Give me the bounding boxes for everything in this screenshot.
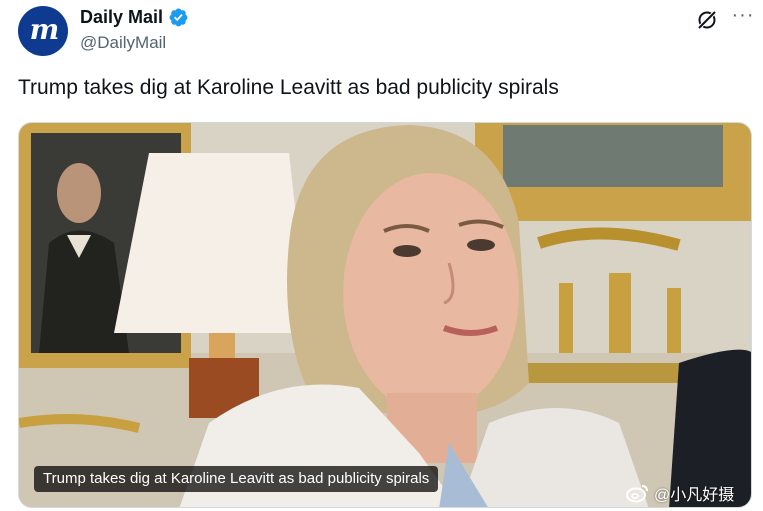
user-handle[interactable]: @DailyMail xyxy=(80,33,189,53)
watermark-text: @小凡好摄 xyxy=(654,487,735,504)
avatar-logo: m xyxy=(29,13,60,46)
tweet-header: m Daily Mail @DailyMail ··· xyxy=(18,5,758,61)
display-name[interactable]: Daily Mail xyxy=(80,7,163,28)
tweet-media-image[interactable] xyxy=(18,122,752,508)
verified-badge-icon[interactable] xyxy=(168,7,189,28)
grok-icon[interactable] xyxy=(695,8,719,32)
author-names: Daily Mail @DailyMail xyxy=(80,7,189,53)
photo-illustration xyxy=(19,123,751,507)
weibo-logo-icon xyxy=(626,485,648,503)
media-caption: Trump takes dig at Karoline Leavitt as b… xyxy=(34,466,439,492)
more-options-icon[interactable]: ··· xyxy=(729,5,757,29)
avatar[interactable]: m xyxy=(18,6,68,56)
watermark: @小凡好摄 xyxy=(626,481,734,505)
display-name-row: Daily Mail xyxy=(80,7,189,28)
tweet-text: Trump takes dig at Karoline Leavitt as b… xyxy=(18,76,559,99)
